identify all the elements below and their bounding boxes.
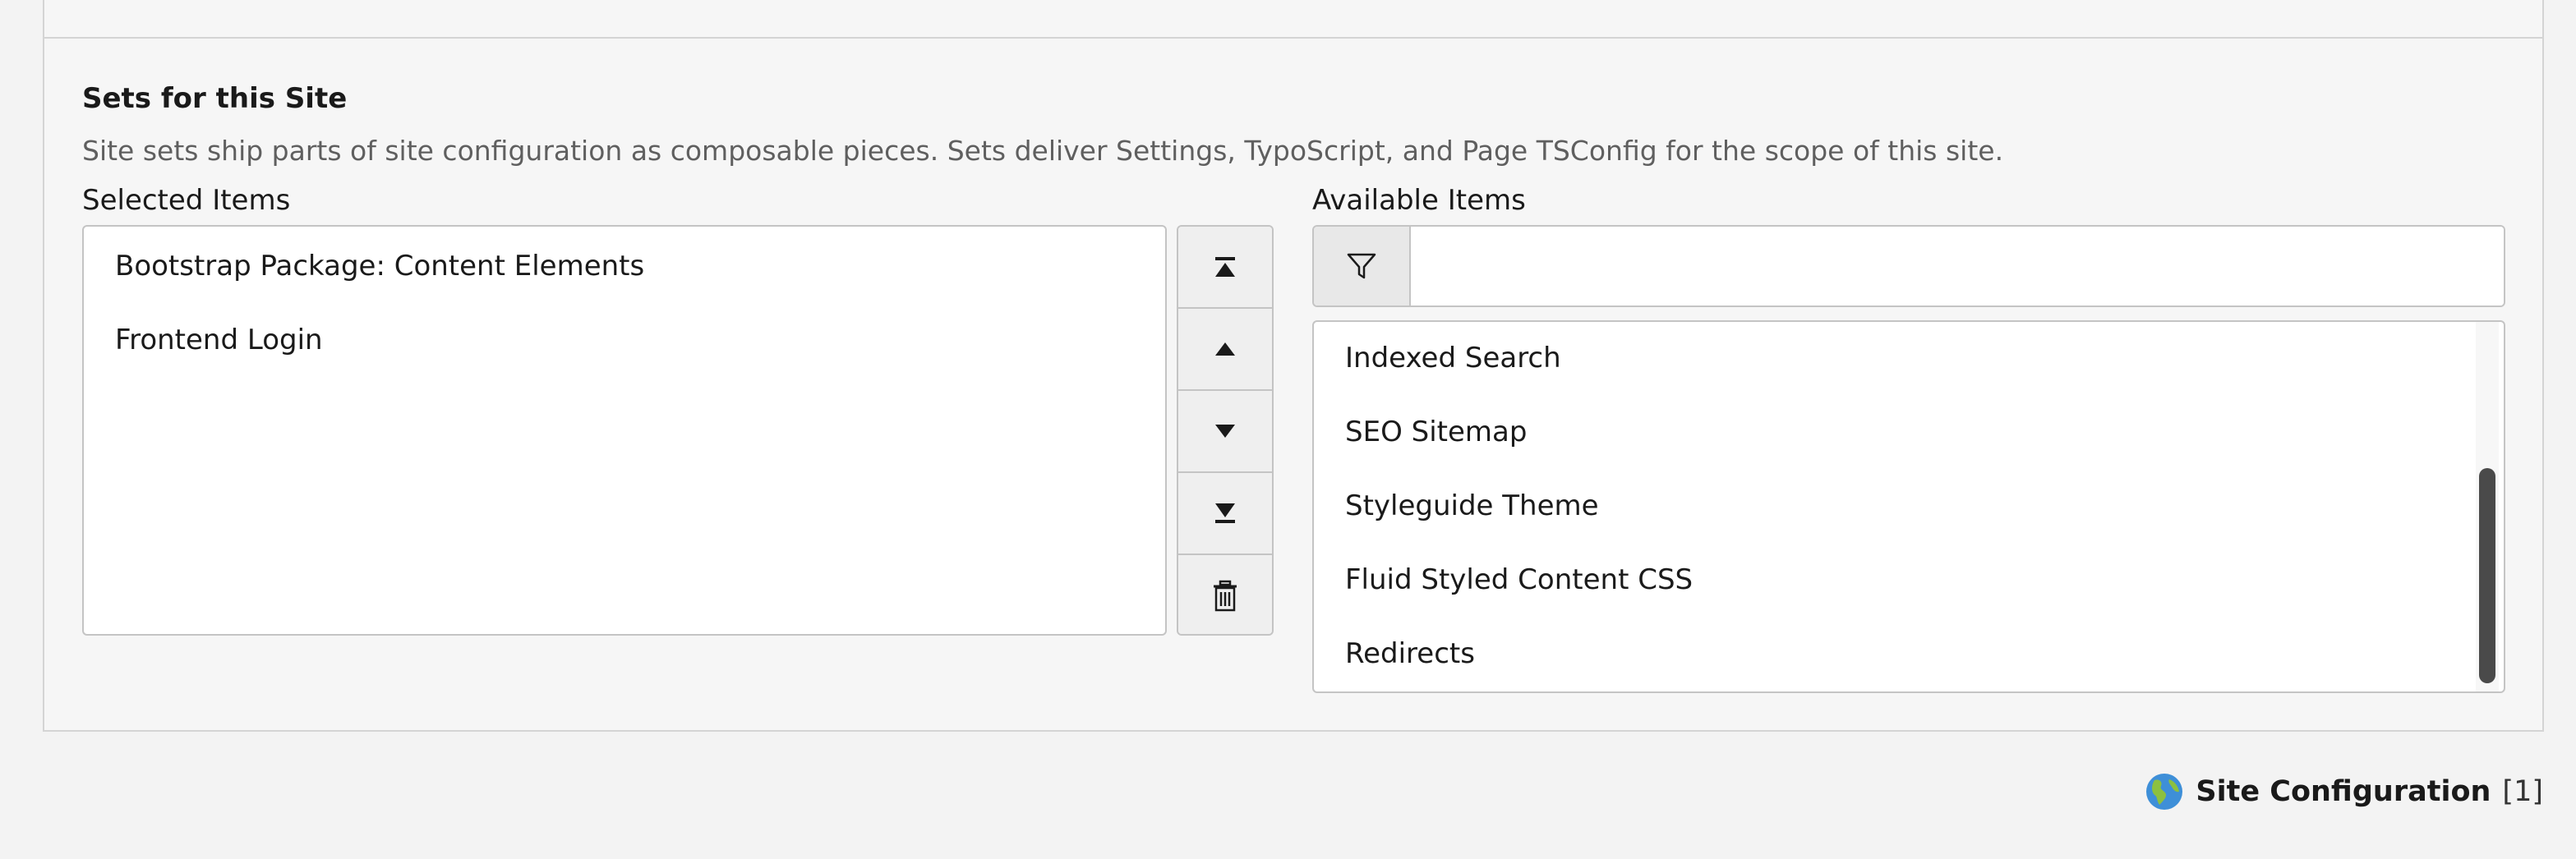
available-items-list[interactable]: Indexed Search SEO Sitemap Styleguide Th…	[1312, 320, 2505, 693]
order-controls	[1177, 225, 1274, 636]
remove-button[interactable]	[1178, 555, 1272, 634]
available-filter	[1312, 225, 2505, 307]
move-to-bottom-icon	[1215, 503, 1235, 523]
filter-addon	[1314, 227, 1411, 305]
section-description: Site sets ship parts of site configurati…	[82, 135, 2004, 167]
selected-item[interactable]: Bootstrap Package: Content Elements	[115, 250, 644, 283]
move-to-bottom-button[interactable]	[1178, 473, 1272, 555]
record-footer: Site Configuration [1]	[2145, 772, 2543, 811]
previous-panel	[43, 0, 2544, 39]
selected-items-label: Selected Items	[82, 184, 291, 217]
available-item[interactable]: Styleguide Theme	[1345, 489, 1599, 522]
available-item[interactable]: Redirects	[1345, 637, 1475, 670]
available-item[interactable]: SEO Sitemap	[1345, 416, 1527, 448]
move-to-top-button[interactable]	[1178, 227, 1272, 309]
move-up-icon	[1215, 342, 1235, 356]
available-item[interactable]: Fluid Styled Content CSS	[1345, 563, 1693, 596]
globe-icon	[2146, 774, 2183, 810]
available-items-label: Available Items	[1312, 184, 1526, 217]
move-up-button[interactable]	[1178, 309, 1272, 391]
record-uid: [1]	[2502, 775, 2543, 808]
record-title[interactable]: Site Configuration	[2196, 775, 2491, 808]
selected-items-list[interactable]: Bootstrap Package: Content Elements Fron…	[82, 225, 1167, 636]
move-to-top-icon	[1215, 257, 1235, 277]
scrollbar-thumb[interactable]	[2479, 468, 2495, 683]
section-title: Sets for this Site	[82, 82, 348, 115]
filter-icon	[1347, 253, 1376, 279]
move-down-button[interactable]	[1178, 391, 1272, 473]
move-down-icon	[1215, 425, 1235, 438]
available-item[interactable]: Indexed Search	[1345, 342, 1561, 374]
selected-item[interactable]: Frontend Login	[115, 324, 323, 356]
filter-input[interactable]	[1411, 227, 2504, 305]
trash-icon	[1214, 580, 1237, 612]
